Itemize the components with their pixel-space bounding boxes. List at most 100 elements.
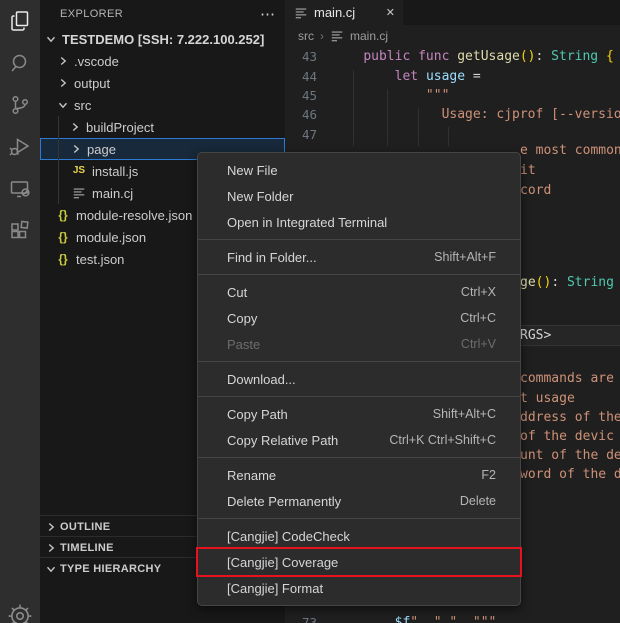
- cangjie-file-icon: [330, 29, 344, 43]
- code-fragment: of the devic: [520, 429, 614, 444]
- menu-item-delete-permanently[interactable]: Delete PermanentlyDelete: [198, 488, 520, 514]
- extensions-icon[interactable]: [0, 210, 40, 252]
- menu-separator: [198, 457, 520, 458]
- line-number: 46: [285, 107, 317, 122]
- menu-item-cut[interactable]: CutCtrl+X: [198, 279, 520, 305]
- code-line: 43 public func getUsage(): String {: [285, 47, 620, 66]
- manage-gear-icon[interactable]: [0, 603, 40, 623]
- chevron-right-icon: [55, 75, 71, 91]
- remote-explorer-icon[interactable]: [0, 168, 40, 210]
- shortcut-label: Delete: [460, 494, 496, 508]
- more-actions-icon[interactable]: ⋯: [260, 7, 275, 22]
- code-fragment: e most common: [520, 143, 620, 158]
- explorer-header: EXPLORER ⋯: [40, 0, 285, 28]
- cangjie-file-icon: [294, 6, 308, 20]
- chevron-right-icon: [67, 119, 83, 135]
- chevron-right-icon: [55, 53, 71, 69]
- line-number: 44: [285, 69, 317, 84]
- breadcrumb-file[interactable]: main.cj: [350, 29, 388, 43]
- code-fragment: word of the d: [520, 467, 620, 482]
- menu-separator: [198, 518, 520, 519]
- tree-item-vscode[interactable]: .vscode: [40, 50, 285, 72]
- cangjie-file-icon: [70, 186, 88, 201]
- tab-label: main.cj: [314, 5, 355, 20]
- menu-separator: [198, 361, 520, 362]
- shortcut-label: Ctrl+K Ctrl+Shift+C: [389, 433, 496, 447]
- run-and-debug-icon[interactable]: [0, 126, 40, 168]
- shortcut-label: Shift+Alt+C: [433, 407, 496, 421]
- menu-item-open-in-integrated-terminal[interactable]: Open in Integrated Terminal: [198, 209, 520, 235]
- activity-bar: [0, 0, 40, 623]
- code-fragment: it: [520, 163, 536, 178]
- menu-item-download[interactable]: Download...: [198, 366, 520, 392]
- menu-item-copy-path[interactable]: Copy PathShift+Alt+C: [198, 401, 520, 427]
- menu-item-copy[interactable]: CopyCtrl+C: [198, 305, 520, 331]
- line-number: 45: [285, 88, 317, 103]
- line-number: 73: [285, 615, 317, 623]
- chevron-right-icon: [43, 540, 59, 556]
- chevron-down-icon: [55, 97, 71, 113]
- menu-item-find-in-folder[interactable]: Find in Folder...Shift+Alt+F: [198, 244, 520, 270]
- json-file-icon: {}: [54, 253, 72, 265]
- shortcut-label: Ctrl+C: [460, 311, 496, 325]
- menu-separator: [198, 396, 520, 397]
- code-line: 47: [285, 125, 620, 144]
- code-area[interactable]: 43 public func getUsage(): String { 44 l…: [285, 47, 620, 144]
- code-fragment: cord: [520, 183, 551, 198]
- code-fragment: ddress of the: [520, 410, 620, 425]
- code-fragment: commands are: [520, 371, 614, 386]
- indent-guide: [418, 108, 419, 146]
- menu-separator: [198, 274, 520, 275]
- context-menu: New File New Folder Open in Integrated T…: [197, 152, 521, 606]
- line-number: 47: [285, 127, 317, 142]
- json-file-icon: {}: [54, 209, 72, 221]
- chevron-right-icon: [68, 141, 84, 157]
- code-line: 45 """: [285, 86, 620, 105]
- code-line: 46 Usage: cjprof [--version: [285, 105, 620, 124]
- tab-main-cj[interactable]: main.cj ✕: [285, 0, 403, 25]
- code-line-partial: 73 $f".." "..""": [285, 613, 620, 623]
- menu-item-cangjie-coverage[interactable]: [Cangjie] Coverage: [198, 549, 520, 575]
- vscode-window: main.cj ✕ src › main.cj 43 public func g…: [0, 0, 620, 623]
- code-fragment: unt of the de: [520, 448, 620, 463]
- indent-guide: [448, 127, 449, 146]
- shortcut-label: F2: [481, 468, 496, 482]
- javascript-file-icon: JS: [70, 166, 88, 176]
- json-file-icon: {}: [54, 231, 72, 243]
- tab-close-icon[interactable]: ✕: [386, 6, 395, 19]
- chevron-right-icon: [43, 519, 59, 535]
- menu-item-cangjie-codecheck[interactable]: [Cangjie] CodeCheck: [198, 523, 520, 549]
- tree-item-buildproject[interactable]: buildProject: [40, 116, 285, 138]
- tree-item-output[interactable]: output: [40, 72, 285, 94]
- code-fragment: RGS>: [520, 328, 551, 343]
- breadcrumb-folder[interactable]: src: [298, 29, 314, 43]
- menu-separator: [198, 239, 520, 240]
- line-number: 43: [285, 49, 317, 64]
- breadcrumb: src › main.cj: [285, 25, 620, 46]
- chevron-down-icon: [43, 31, 59, 47]
- menu-item-rename[interactable]: RenameF2: [198, 462, 520, 488]
- tab-bar: main.cj ✕: [285, 0, 620, 25]
- explorer-title: EXPLORER: [60, 8, 123, 20]
- code-fragment: ge(): String: [520, 275, 614, 290]
- menu-item-new-folder[interactable]: New Folder: [198, 183, 520, 209]
- chevron-down-icon: [43, 561, 59, 577]
- shortcut-label: Ctrl+V: [461, 337, 496, 351]
- code-fragment: t usage: [520, 391, 575, 406]
- indent-guide: [387, 89, 388, 146]
- tree-indent-guide: [58, 116, 59, 204]
- shortcut-label: Shift+Alt+F: [434, 250, 496, 264]
- explorer-icon[interactable]: [0, 0, 40, 42]
- shortcut-label: Ctrl+X: [461, 285, 496, 299]
- menu-item-cangjie-format[interactable]: [Cangjie] Format: [198, 575, 520, 601]
- menu-item-paste: PasteCtrl+V: [198, 331, 520, 357]
- search-icon[interactable]: [0, 42, 40, 84]
- indent-guide: [353, 70, 354, 146]
- tree-item-src[interactable]: src: [40, 94, 285, 116]
- menu-item-new-file[interactable]: New File: [198, 157, 520, 183]
- tree-item-root[interactable]: TESTDEMO [SSH: 7.222.100.252]: [40, 28, 285, 50]
- code-line: 44 let usage =: [285, 66, 620, 85]
- menu-item-copy-relative-path[interactable]: Copy Relative PathCtrl+K Ctrl+Shift+C: [198, 427, 520, 453]
- source-control-icon[interactable]: [0, 84, 40, 126]
- breadcrumb-separator: ›: [320, 29, 324, 43]
